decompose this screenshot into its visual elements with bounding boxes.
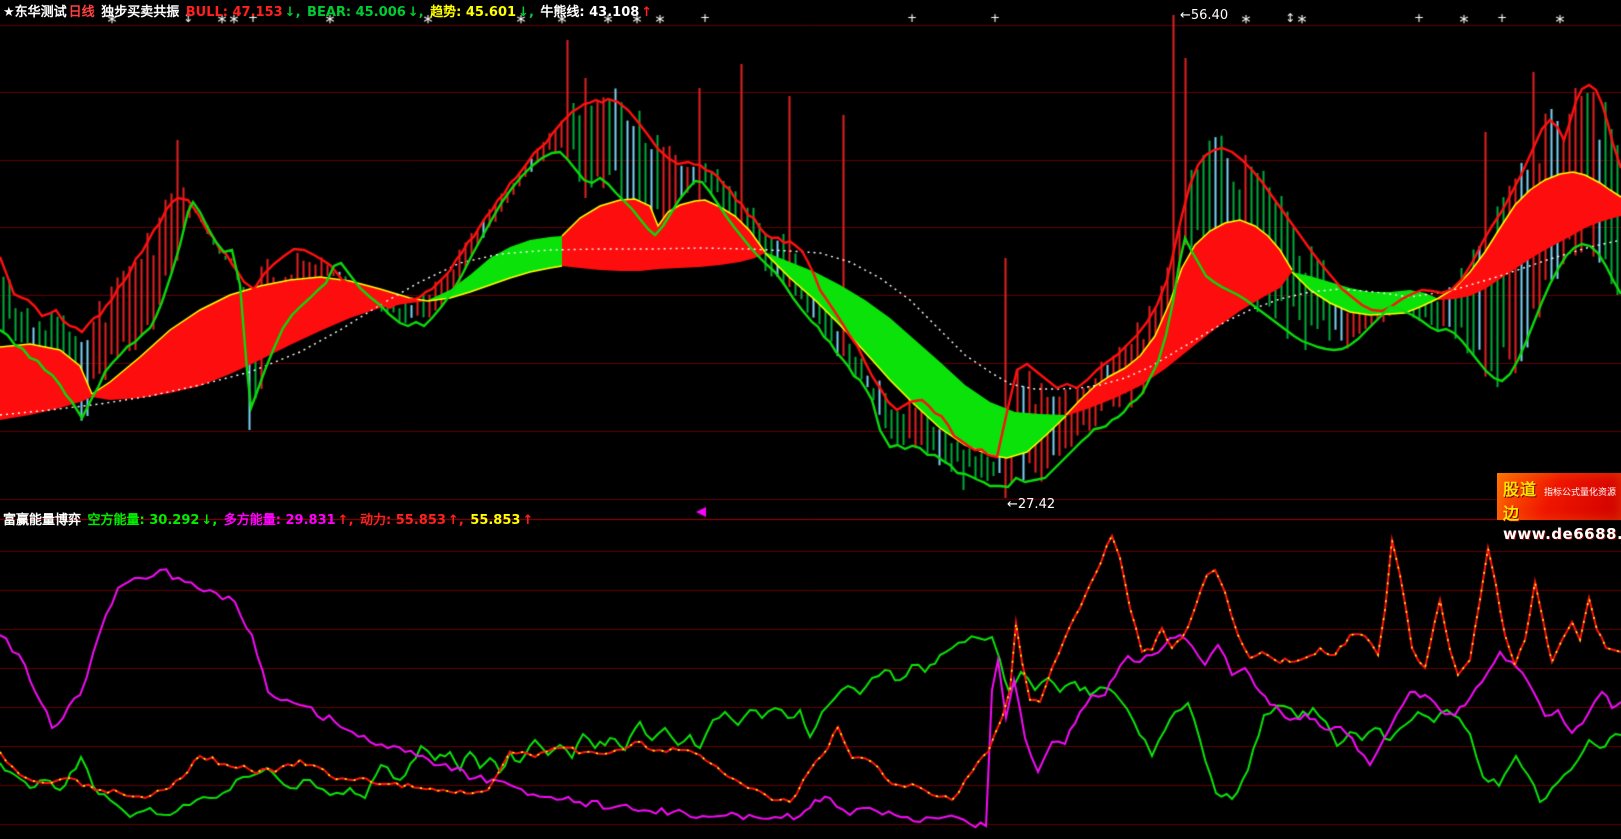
- indicator-title-bar: 富赢能量博弈 空方能量: 30.292↓, 多方能量: 29.831↑, 动力:…: [3, 509, 535, 528]
- header-segment: BEAR: 45.006: [307, 5, 406, 20]
- header-segment: 趋势: 45.601: [430, 5, 516, 20]
- indicator-header-segment: ↓,: [201, 513, 221, 528]
- main-chart-title-bar: ★东华测试日线 独步买卖共振 BULL: 47.153↓, BEAR: 45.0…: [3, 1, 654, 20]
- watermark-url: www.de6688.com: [1503, 524, 1616, 544]
- watermark-banner: 股道边 指标公式量化资源 www.de6688.com: [1497, 473, 1621, 520]
- header-segment: BULL: 47.153: [186, 5, 283, 20]
- header-segment: 独步买卖共振: [97, 5, 184, 20]
- header-segment: ↓,: [408, 5, 428, 20]
- header-segment: 牛熊线: 43.108: [540, 5, 639, 20]
- header-segment: 日线: [69, 5, 95, 20]
- trading-app-screen: ★东华测试日线 独步买卖共振 BULL: 47.153↓, BEAR: 45.0…: [0, 0, 1621, 839]
- indicator-header-segment: 富赢能量博弈: [3, 513, 86, 528]
- chart-canvas[interactable]: [0, 0, 1621, 839]
- header-segment: ★东华测试: [3, 5, 67, 20]
- indicator-header-segment: ↑: [522, 513, 533, 528]
- watermark-brand: 股道边: [1503, 476, 1540, 524]
- price-low-annotation: ←27.42: [1007, 497, 1055, 512]
- indicator-header-segment: 多方能量: 29.831: [224, 513, 336, 528]
- indicator-header-segment: 空方能量: 30.292: [88, 513, 200, 528]
- indicator-header-segment: 动力: 55.853: [360, 513, 446, 528]
- indicator-header-segment: ↑,: [448, 513, 468, 528]
- indicator-header-segment: ↑,: [338, 513, 358, 528]
- header-segment: ↑: [641, 5, 652, 20]
- header-segment: ↓,: [518, 5, 538, 20]
- header-segment: ↓,: [285, 5, 305, 20]
- indicator-header-segment: 55.853: [470, 513, 520, 528]
- watermark-tagline: 指标公式量化资源: [1544, 485, 1616, 498]
- price-high-annotation: ←56.40: [1180, 8, 1228, 23]
